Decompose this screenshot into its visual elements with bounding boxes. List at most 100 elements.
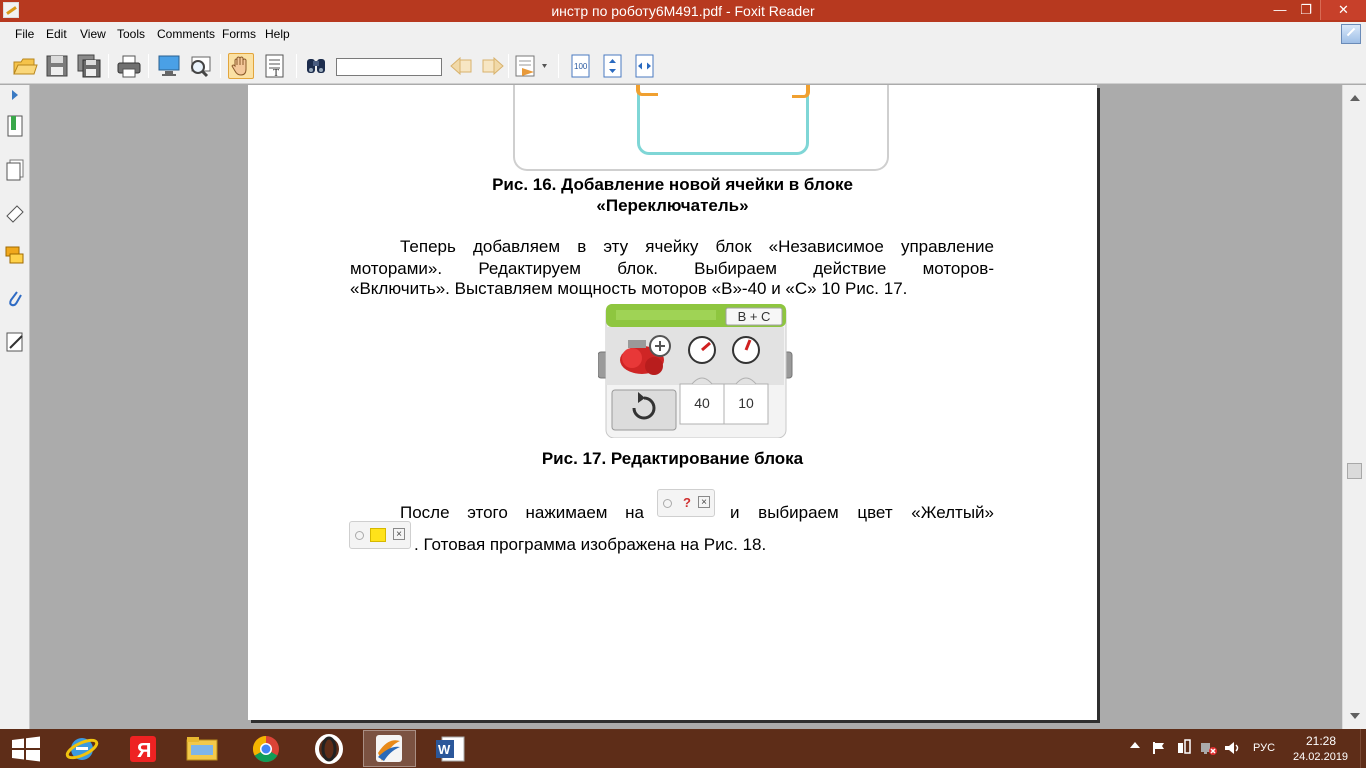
opera-icon[interactable] [302, 730, 355, 767]
save-all-icon[interactable] [76, 53, 102, 79]
close-button[interactable]: ✕ [1320, 0, 1366, 20]
question-mark: ? [683, 495, 691, 510]
word: Редактируем [478, 259, 581, 278]
word: моторов- [922, 259, 994, 278]
color-question-block-icon: ? × [657, 489, 715, 517]
minimize-button[interactable]: — [1267, 0, 1293, 20]
scroll-up-icon[interactable] [1350, 95, 1360, 101]
svg-text:T: T [273, 68, 279, 79]
show-desktop-button[interactable] [1360, 729, 1366, 768]
hand-tool-icon[interactable] [228, 53, 254, 79]
windows-start-icon[interactable] [0, 730, 53, 767]
fullscreen-icon[interactable] [156, 53, 182, 79]
word: на [625, 503, 644, 522]
toolbar-separator [108, 54, 109, 78]
signatures-icon[interactable] [5, 331, 25, 353]
menu-comments[interactable]: Comments [157, 27, 215, 41]
menu-tools[interactable]: Tools [117, 27, 145, 41]
actual-size-icon[interactable]: 100 [568, 53, 594, 79]
word: добавляем [472, 237, 561, 256]
clock-time[interactable]: 21:28 [1306, 734, 1336, 748]
save-icon[interactable] [44, 53, 70, 79]
show-hidden-icons[interactable] [1130, 742, 1140, 748]
scroll-thumb[interactable] [1347, 463, 1362, 479]
toolbar: T 100 [0, 46, 1366, 84]
word: управление [900, 237, 994, 256]
paragraph-2-line-2: . Готовая программа изображена на Рис. 1… [414, 535, 767, 554]
file-explorer-icon[interactable] [176, 730, 229, 767]
menu-view[interactable]: View [80, 27, 106, 41]
previous-icon[interactable] [448, 53, 474, 79]
scroll-down-icon[interactable] [1350, 713, 1360, 719]
expand-panel-arrow-icon[interactable] [12, 90, 18, 100]
figure-17-image: B + C 40 10 [597, 303, 798, 439]
pdf-page: Рис. 16. Добавление новой ячейки в блоке… [248, 85, 1097, 720]
fit-width-icon[interactable] [632, 53, 658, 79]
word: ячейку [645, 237, 699, 256]
paragraph-1-line-3: «Включить». Выставляем мощность моторов … [350, 279, 908, 298]
paragraph-1-line-2: моторами». Редактируем блок. Выбираем де… [350, 258, 994, 279]
print-icon[interactable] [116, 53, 142, 79]
word: в [577, 237, 587, 256]
word: Теперь [400, 237, 456, 256]
bookmarks-icon[interactable] [5, 115, 25, 137]
select-text-icon[interactable]: T [262, 53, 288, 79]
toolbar-separator [508, 54, 509, 78]
remove-mark: × [698, 496, 710, 508]
open-icon[interactable] [12, 53, 38, 79]
word: После [400, 503, 450, 522]
word: действие [813, 259, 887, 278]
toolbar-separator [148, 54, 149, 78]
toolbar-separator [296, 54, 297, 78]
word: выбираем [758, 503, 839, 522]
remove-mark: × [393, 528, 405, 540]
action-center-flag-icon[interactable] [1152, 741, 1166, 758]
language-indicator[interactable]: РУС [1253, 742, 1275, 754]
menu-help[interactable]: Help [265, 27, 290, 41]
word: блок. [617, 259, 658, 278]
color-yellow-block-icon: × [349, 521, 411, 549]
taskbar: Я W РУС 21:28 24.02.2019 [0, 729, 1366, 768]
toolbar-separator [220, 54, 221, 78]
foxit-reader-taskbar-icon[interactable] [363, 730, 416, 767]
device-status-icon[interactable] [1177, 739, 1191, 758]
volume-icon[interactable] [1224, 740, 1240, 759]
menu-file[interactable]: File [15, 27, 34, 41]
clock-date[interactable]: 24.02.2019 [1293, 751, 1348, 763]
switch-block-cell [636, 85, 810, 155]
typewriter-icon[interactable] [514, 53, 547, 79]
menu-edit[interactable]: Edit [46, 27, 67, 41]
yandex-browser-icon[interactable]: Я [117, 730, 170, 767]
pages-icon[interactable] [5, 159, 25, 181]
fit-page-icon[interactable] [600, 53, 626, 79]
power-value-b: 40 [694, 395, 710, 411]
find-input[interactable] [336, 58, 442, 76]
word: моторами». [350, 259, 443, 278]
chrome-icon[interactable] [240, 730, 293, 767]
layers-icon[interactable] [5, 202, 25, 224]
navigation-panel [0, 85, 30, 729]
vertical-scrollbar[interactable] [1342, 85, 1366, 729]
network-disconnected-icon[interactable] [1200, 740, 1218, 759]
yandex-letter: Я [137, 740, 151, 762]
word: и [730, 503, 740, 522]
menu-forms[interactable]: Forms [222, 27, 256, 41]
svg-text:100: 100 [574, 62, 588, 71]
next-icon[interactable] [480, 53, 506, 79]
paragraph-2-line-1-part-2: и выбираем цвет «Желтый» [730, 502, 994, 523]
find-icon[interactable] [304, 53, 330, 79]
zoom-icon[interactable] [188, 53, 214, 79]
power-value-c: 10 [738, 395, 754, 411]
comments-icon[interactable] [5, 245, 25, 267]
port-label: B + C [737, 309, 771, 324]
maximize-button[interactable]: ❐ [1293, 0, 1319, 20]
caption-figure-16-line1: Рис. 16. Добавление новой ячейки в блоке [492, 175, 853, 194]
word-icon[interactable]: W [424, 730, 477, 767]
attachments-icon[interactable] [5, 288, 25, 310]
word: цвет [857, 503, 893, 522]
word: блок [715, 237, 752, 256]
document-view[interactable]: Рис. 16. Добавление новой ячейки в блоке… [31, 85, 1342, 729]
svg-text:W: W [438, 742, 451, 757]
restore-document-icon[interactable] [1341, 24, 1361, 44]
internet-explorer-icon[interactable] [56, 730, 109, 767]
